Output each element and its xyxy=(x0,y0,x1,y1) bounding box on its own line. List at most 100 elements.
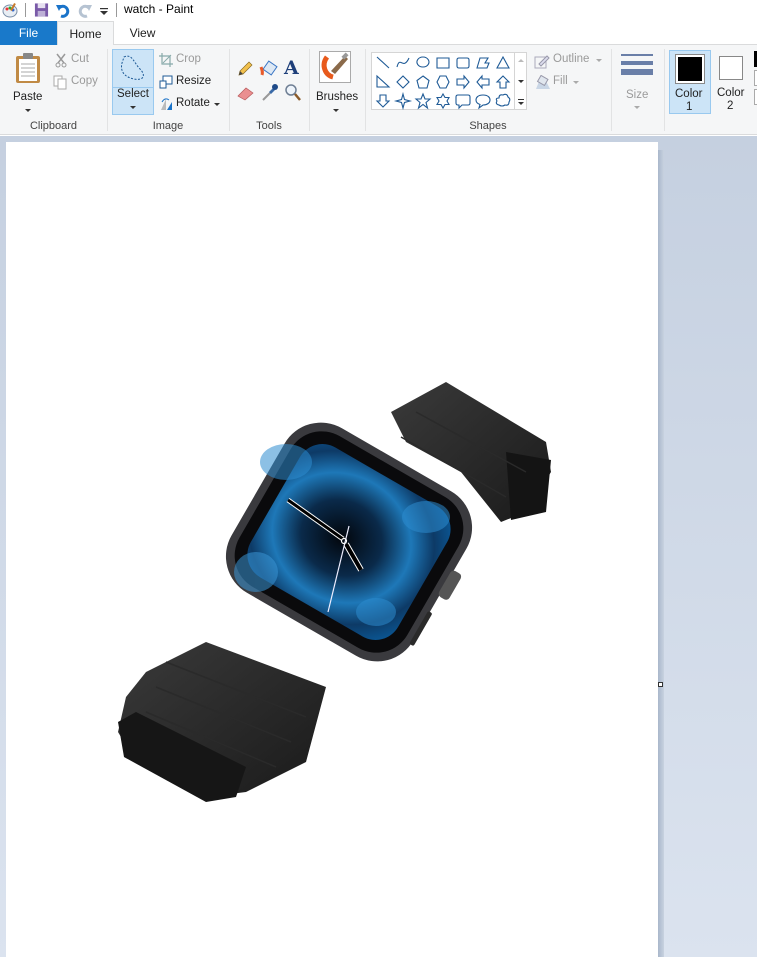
shape-pentagon[interactable] xyxy=(416,75,430,89)
copy-label: Copy xyxy=(71,75,98,87)
color1-label: Color xyxy=(675,88,703,100)
shape-polygon[interactable] xyxy=(476,57,490,69)
brushes-button[interactable]: Brushes xyxy=(313,49,359,115)
pencil-icon[interactable] xyxy=(236,60,254,78)
redo-icon[interactable] xyxy=(77,2,93,18)
group-separator xyxy=(664,49,665,131)
group-separator xyxy=(611,49,612,131)
oval-icon xyxy=(416,56,430,68)
group-separator xyxy=(309,49,310,131)
shape-right-triangle[interactable] xyxy=(376,74,391,88)
shape-curve[interactable] xyxy=(396,57,410,68)
undo-icon[interactable] xyxy=(55,2,71,18)
crop-label: Crop xyxy=(176,53,201,65)
paste-label: Paste xyxy=(13,91,43,103)
crop-button[interactable]: Crop xyxy=(158,52,208,70)
scroll-down-icon[interactable] xyxy=(518,80,524,83)
tab-home[interactable]: Home xyxy=(57,21,114,46)
fill-label: Fill xyxy=(553,75,568,87)
workspace xyxy=(0,136,757,957)
rounded-rectangle-icon xyxy=(456,57,470,69)
shape-line[interactable] xyxy=(376,56,390,69)
free-form-select-icon xyxy=(121,55,144,80)
shape-cloud-callout[interactable] xyxy=(495,93,511,107)
tab-file[interactable]: File xyxy=(0,21,57,45)
outline-label: Outline xyxy=(553,53,590,65)
shape-six-point-star[interactable] xyxy=(436,92,450,110)
customize-quick-access-icon[interactable] xyxy=(99,2,109,18)
color1-swatch xyxy=(675,54,705,84)
paste-button[interactable]: Paste xyxy=(8,49,48,115)
fill-bucket-icon[interactable] xyxy=(259,59,278,78)
canvas-resize-handle[interactable] xyxy=(658,682,663,687)
color1-button[interactable]: Color 1 xyxy=(669,50,711,114)
eraser-icon[interactable] xyxy=(236,85,255,101)
window-title: watch - Paint xyxy=(124,2,194,16)
size-line-medium xyxy=(621,61,653,65)
up-arrow-icon xyxy=(495,75,511,89)
left-arrow-icon xyxy=(476,74,490,90)
shape-rounded-callout[interactable] xyxy=(455,94,471,110)
shape-four-point-star[interactable] xyxy=(393,91,413,111)
shape-oval-callout[interactable] xyxy=(475,94,491,110)
cloud-callout-icon xyxy=(495,93,511,107)
color1-number: 1 xyxy=(686,101,693,113)
shape-up-arrow[interactable] xyxy=(495,75,511,89)
title-bar: watch - Paint xyxy=(0,0,757,21)
chevron-down-icon xyxy=(25,109,31,112)
shape-diamond[interactable] xyxy=(396,75,410,89)
shape-right-arrow[interactable] xyxy=(456,74,470,90)
shape-oval[interactable] xyxy=(416,56,430,68)
shapes-group-label: Shapes xyxy=(469,120,507,132)
save-icon[interactable] xyxy=(34,2,49,18)
shapes-gallery xyxy=(371,52,515,111)
rotate-button[interactable]: Rotate xyxy=(158,96,222,114)
size-button[interactable]: Size xyxy=(615,49,659,115)
color2-button[interactable]: Color 2 xyxy=(713,50,753,114)
resize-label: Resize xyxy=(176,75,212,87)
shapes-grid xyxy=(375,55,511,111)
copy-button[interactable]: Copy xyxy=(52,74,102,92)
scissors-icon xyxy=(55,53,67,68)
shapes-scroll[interactable] xyxy=(515,52,527,110)
shape-left-arrow[interactable] xyxy=(476,74,490,90)
oval-callout-icon xyxy=(475,94,491,110)
size-label: Size xyxy=(626,89,649,101)
resize-button[interactable]: Resize xyxy=(158,74,214,92)
right-triangle-icon xyxy=(376,74,391,88)
resize-icon xyxy=(159,75,173,89)
ribbon: Paste Cut Copy Clipboard Select Crop Res… xyxy=(0,45,757,135)
drawing-canvas[interactable] xyxy=(6,142,658,957)
expand-gallery-icon[interactable] xyxy=(518,99,524,100)
crop-icon xyxy=(159,53,173,67)
magnifier-icon[interactable] xyxy=(284,83,302,102)
shape-rectangle[interactable] xyxy=(436,57,450,69)
group-separator xyxy=(365,49,366,131)
color-picker-icon[interactable] xyxy=(261,83,279,102)
tools-group-label: Tools xyxy=(256,120,282,132)
scroll-up-icon[interactable] xyxy=(518,59,524,62)
six-point-star-icon xyxy=(436,92,450,110)
paint-app-icon[interactable] xyxy=(2,2,18,18)
down-arrow-icon xyxy=(375,94,391,108)
color2-number: 2 xyxy=(727,100,734,112)
paste-icon xyxy=(16,53,40,83)
shape-five-point-star[interactable] xyxy=(414,92,432,110)
fill-button[interactable]: Fill xyxy=(533,74,583,92)
fill-icon xyxy=(536,75,550,89)
color1-fill xyxy=(678,57,702,81)
select-button[interactable]: Select xyxy=(112,49,154,115)
text-tool-icon[interactable]: A xyxy=(284,57,299,79)
select-label: Select xyxy=(117,88,149,100)
shape-down-arrow[interactable] xyxy=(375,94,391,108)
curve-icon xyxy=(396,57,410,68)
polygon-icon xyxy=(476,57,490,69)
tab-view[interactable]: View xyxy=(114,21,171,45)
shape-hexagon[interactable] xyxy=(436,75,450,89)
cut-button[interactable]: Cut xyxy=(52,52,102,70)
shape-rounded-rectangle[interactable] xyxy=(456,57,470,69)
brushes-label: Brushes xyxy=(316,91,359,103)
outline-button[interactable]: Outline xyxy=(533,52,605,70)
shape-triangle[interactable] xyxy=(496,55,510,69)
line-icon xyxy=(376,56,390,69)
